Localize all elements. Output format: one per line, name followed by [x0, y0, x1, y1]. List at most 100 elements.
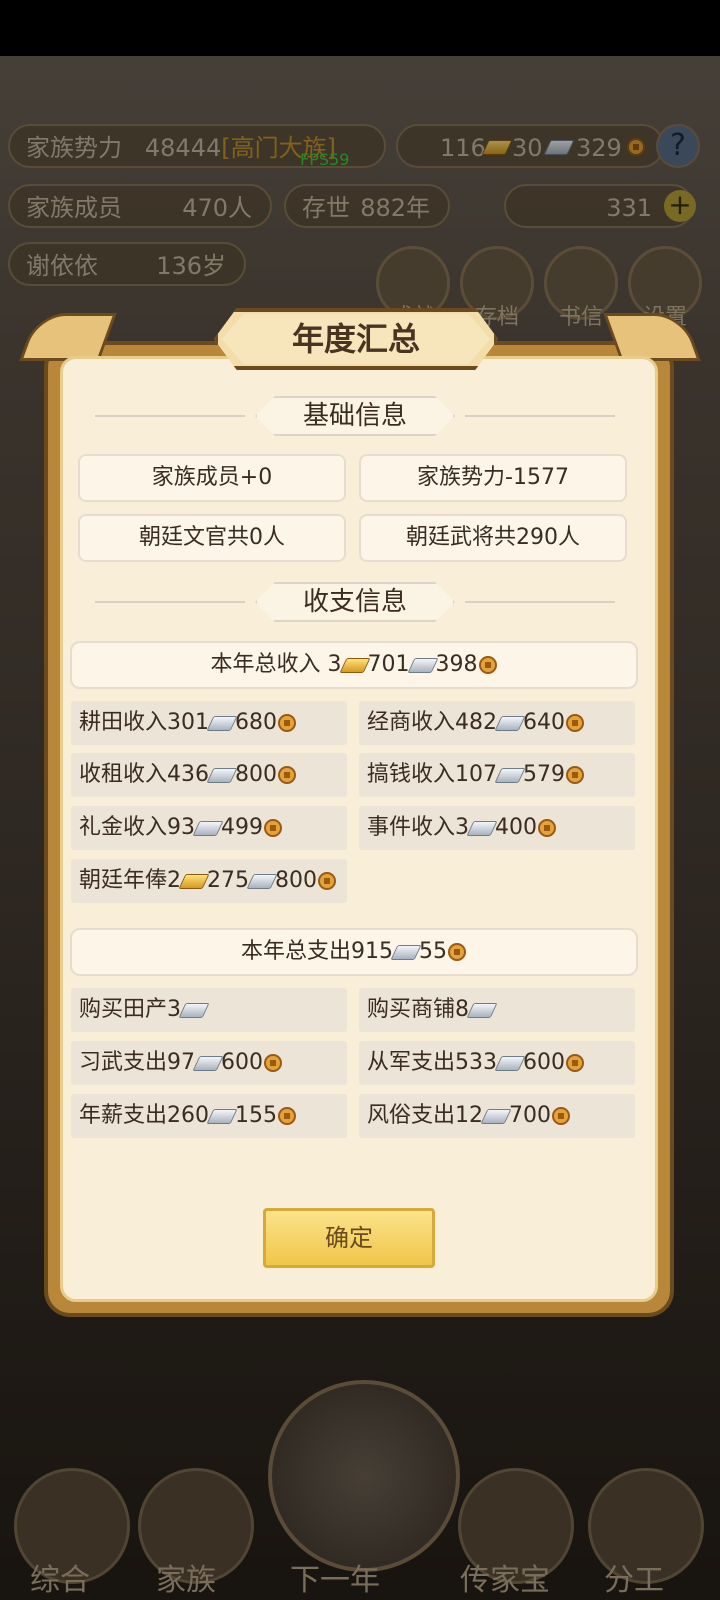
finance-section-header: 收支信息 — [95, 582, 615, 622]
expense-item-label: 从军支出 — [367, 1050, 456, 1075]
finance-section-title: 收支信息 — [255, 582, 455, 622]
coin-icon — [566, 714, 585, 732]
silver-ingot-icon — [206, 1108, 238, 1124]
silver-ingot-icon — [390, 944, 422, 960]
expense-item-silver: 260 — [167, 1103, 210, 1128]
silver-ingot-icon — [466, 820, 498, 836]
expense-item: 风俗支出12 700 — [359, 1094, 635, 1138]
income-item-silver: 93 — [167, 815, 196, 840]
silver-ingot-icon — [192, 820, 224, 836]
confirm-button[interactable]: 确定 — [263, 1208, 435, 1268]
income-item-coin: 499 — [221, 815, 264, 840]
silver-ingot-icon — [407, 657, 438, 673]
divider-left — [95, 415, 245, 417]
income-item-silver: 3 — [455, 815, 470, 840]
silver-ingot-icon — [246, 873, 278, 889]
income-total-coin: 398 — [435, 652, 478, 677]
silver-ingot-icon — [480, 1108, 512, 1124]
coin-icon — [264, 819, 283, 837]
expense-item-coin: 600 — [523, 1050, 566, 1075]
income-item: 事件收入3 400 — [359, 806, 635, 850]
expense-item-label: 购买田产 — [79, 997, 168, 1022]
income-item-label: 礼金收入 — [79, 815, 168, 840]
basic-power: 家族势力-1577 — [359, 454, 627, 502]
coin-icon — [278, 1107, 297, 1125]
basic-section-title: 基础信息 — [255, 396, 455, 436]
expense-item-silver: 3 — [167, 997, 182, 1022]
basic-civil-officials: 朝廷文官共0人 — [78, 514, 346, 562]
expense-total: 本年总支出915 55 — [70, 928, 638, 976]
income-item-silver: 107 — [455, 762, 498, 787]
expense-item-label: 习武支出 — [79, 1050, 168, 1075]
income-item-label: 事件收入 — [367, 815, 456, 840]
expense-total-coin: 55 — [419, 939, 447, 964]
income-item: 耕田收入301 680 — [71, 701, 347, 745]
expense-item-silver: 8 — [455, 997, 470, 1022]
income-total-silver: 701 — [367, 652, 410, 677]
income-item-coin: 579 — [523, 762, 566, 787]
coin-icon — [552, 1107, 571, 1125]
income-item-label: 收租收入 — [79, 762, 168, 787]
coin-icon — [566, 766, 585, 784]
income-item-silver: 436 — [167, 762, 210, 787]
income-total: 本年总收入 3 701 398 — [70, 641, 638, 689]
expense-item: 年薪支出260 155 — [71, 1094, 347, 1138]
income-item-label: 搞钱收入 — [367, 762, 456, 787]
expense-total-label: 本年总支出 — [240, 939, 351, 964]
income-item: 搞钱收入107 579 — [359, 753, 635, 797]
gold-ingot-icon — [178, 873, 210, 889]
basic-military-officers: 朝廷武将共290人 — [359, 514, 627, 562]
income-item-coin: 800 — [235, 762, 278, 787]
divider-left — [95, 601, 245, 603]
expense-item-label: 购买商铺 — [367, 997, 456, 1022]
coin-icon — [566, 1054, 585, 1072]
expense-item: 习武支出97 600 — [71, 1041, 347, 1085]
income-total-gold: 3 — [327, 652, 342, 677]
coin-icon — [448, 943, 466, 961]
coin-icon — [318, 872, 337, 890]
income-item: 朝廷年俸2 275 800 — [71, 859, 347, 903]
expense-item-label: 风俗支出 — [367, 1103, 456, 1128]
income-item-coin: 800 — [275, 868, 318, 893]
expense-item-silver: 12 — [455, 1103, 484, 1128]
expense-item: 从军支出533 600 — [359, 1041, 635, 1085]
silver-ingot-icon — [494, 1055, 526, 1071]
divider-right — [465, 601, 615, 603]
silver-ingot-icon — [206, 715, 238, 731]
income-item-label: 朝廷年俸 — [79, 868, 168, 893]
gold-ingot-icon — [339, 657, 370, 673]
expense-item-silver: 533 — [455, 1050, 498, 1075]
basic-section-header: 基础信息 — [95, 396, 615, 436]
coin-icon — [278, 766, 297, 784]
silver-ingot-icon — [178, 1002, 210, 1018]
expense-item-coin: 700 — [509, 1103, 552, 1128]
income-total-label: 本年总收入 — [210, 652, 321, 677]
silver-ingot-icon — [466, 1002, 498, 1018]
coin-icon — [278, 714, 297, 732]
income-item-coin: 640 — [523, 710, 566, 735]
dialog-title: 年度汇总 — [291, 320, 420, 358]
income-item-coin: 680 — [235, 710, 278, 735]
expense-total-silver: 915 — [351, 939, 393, 964]
income-item-coin: 400 — [495, 815, 538, 840]
expense-item-silver: 97 — [167, 1050, 196, 1075]
expense-item-label: 年薪支出 — [79, 1103, 168, 1128]
income-item: 礼金收入93 499 — [71, 806, 347, 850]
income-item: 经商收入482 640 — [359, 701, 635, 745]
silver-ingot-icon — [192, 1055, 224, 1071]
income-item-silver: 482 — [455, 710, 498, 735]
divider-right — [465, 415, 615, 417]
expense-item: 购买商铺8 — [359, 988, 635, 1032]
income-item-silver: 301 — [167, 710, 210, 735]
income-item-label: 经商收入 — [367, 710, 456, 735]
income-item-silver: 275 — [207, 868, 250, 893]
income-item: 收租收入436 800 — [71, 753, 347, 797]
silver-ingot-icon — [206, 767, 238, 783]
expense-item-coin: 600 — [221, 1050, 264, 1075]
income-item-gold: 2 — [167, 868, 182, 893]
expense-item-coin: 155 — [235, 1103, 278, 1128]
basic-members: 家族成员+0 — [78, 454, 346, 502]
silver-ingot-icon — [494, 767, 526, 783]
coin-icon — [264, 1054, 283, 1072]
expense-item: 购买田产3 — [71, 988, 347, 1032]
